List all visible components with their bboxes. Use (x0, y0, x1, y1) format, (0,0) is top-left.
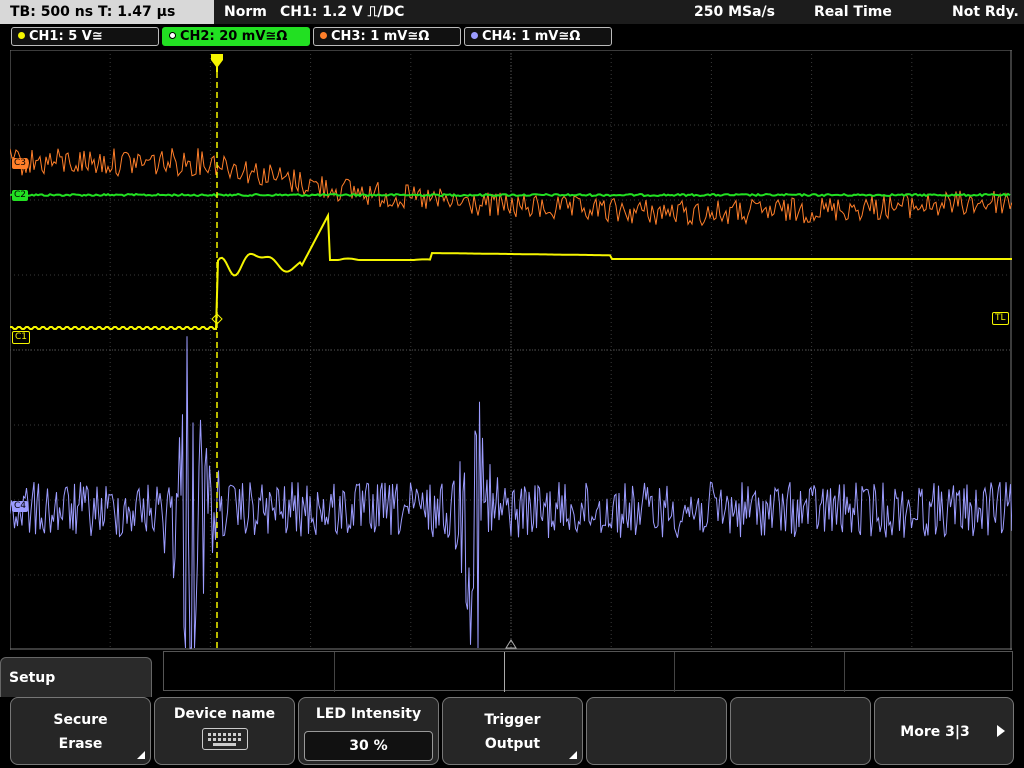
trigger-output-button[interactable]: Trigger Output (442, 697, 583, 765)
channel-tab-ch1[interactable]: CH1: 5 V≅ (11, 27, 159, 46)
menu-title-tab: Setup (0, 657, 152, 697)
sample-rate: 250 MSa/s (694, 4, 776, 20)
overview-division (334, 652, 335, 692)
waveform-canvas[interactable] (10, 50, 1012, 650)
ch3-color-icon (320, 32, 327, 39)
submenu-corner-icon (569, 751, 577, 759)
channel-tab-ch4[interactable]: CH4: 1 mV≅Ω (464, 27, 612, 46)
menu-title: Setup (9, 670, 56, 686)
empty-softkey-5[interactable] (586, 697, 727, 765)
trigger-status: Not Rdy. (952, 4, 1019, 20)
more-button[interactable]: More 3|3 (874, 697, 1014, 765)
led-intensity-button[interactable]: LED Intensity 30 % (298, 697, 439, 765)
channel-tabs: CH1: 5 V≅ CH2: 20 mV≅Ω CH3: 1 mV≅Ω CH4: … (0, 27, 1024, 47)
channel-tab-ch3[interactable]: CH3: 1 mV≅Ω (313, 27, 461, 46)
ch4-color-icon (471, 32, 478, 39)
overview-division (504, 652, 505, 692)
overview-division (674, 652, 675, 692)
ch2-trace (10, 192, 1011, 198)
led-intensity-value[interactable]: 30 % (304, 731, 433, 761)
waveform-display[interactable]: C3 C2 C1 C4 TL (10, 50, 1012, 650)
acquisition-mode: Real Time (814, 4, 892, 20)
timebase-readout[interactable]: TB: 500 ns T: 1.47 µs (0, 0, 214, 24)
trigger-source[interactable]: CH1: 1.2 V ⎍/DC (280, 0, 404, 24)
empty-softkey-6[interactable] (730, 697, 871, 765)
submenu-corner-icon (137, 751, 145, 759)
ch3-offset-marker[interactable]: C3 (12, 158, 29, 169)
time-overview-bar[interactable] (163, 651, 1013, 692)
arrow-right-icon (997, 725, 1005, 737)
channel-tab-ch2[interactable]: CH2: 20 mV≅Ω (162, 27, 310, 46)
status-bar: TB: 500 ns T: 1.47 µs Norm CH1: 1.2 V ⎍/… (0, 0, 1024, 24)
ch2-offset-marker[interactable]: C2 (12, 190, 29, 201)
keyboard-icon (202, 728, 248, 750)
ch2-color-icon (169, 32, 176, 39)
overview-division (844, 652, 845, 692)
graticule (10, 50, 1012, 650)
secure-erase-button[interactable]: Secure Erase (10, 697, 151, 765)
trigger-level-marker[interactable]: TL (992, 312, 1009, 325)
ch1-color-icon (18, 32, 25, 39)
device-name-button[interactable]: Device name (154, 697, 295, 765)
ch1-offset-marker[interactable]: C1 (12, 331, 31, 344)
ch4-offset-marker[interactable]: C4 (12, 501, 29, 512)
trigger-mode[interactable]: Norm (224, 0, 267, 24)
